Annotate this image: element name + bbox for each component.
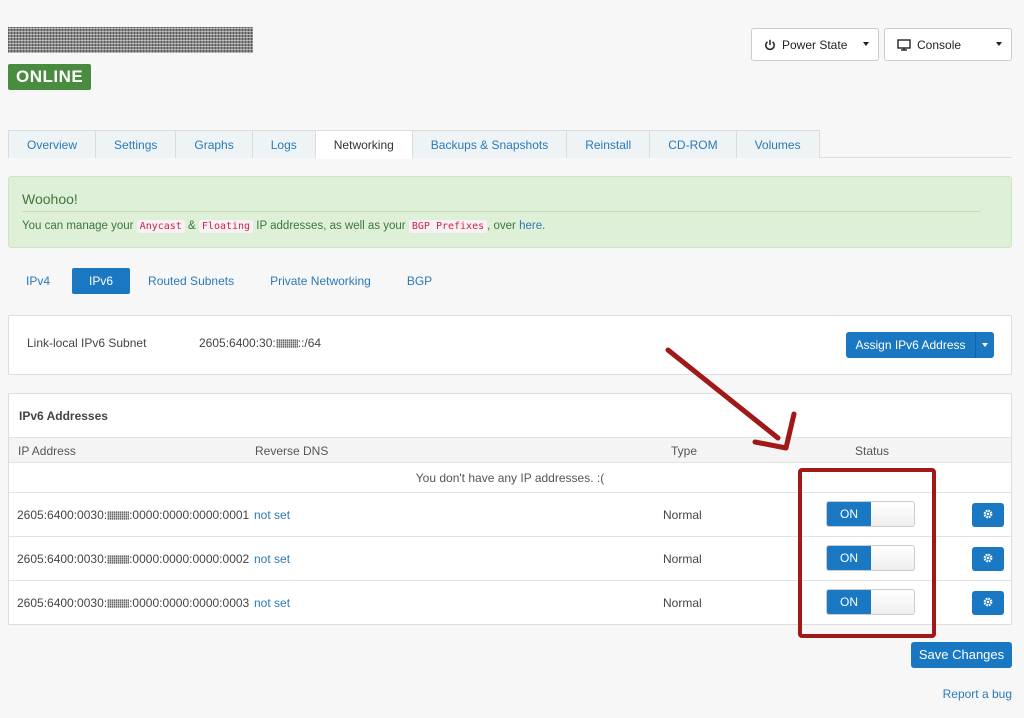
alert-message: You can manage your Anycast & Floating I… [22,220,546,233]
ip-address: 2605:6400:0030: :0000:0000:0000:0002 [17,552,249,566]
reverse-dns-link[interactable]: not set [254,552,290,566]
alert-text: You can manage your [22,220,134,232]
ipv6-addresses-panel: IPv6 Addresses IP Address Reverse DNS Ty… [8,393,1012,625]
report-bug-link[interactable]: Report a bug [943,687,1012,701]
alert-text: , over [487,220,516,232]
subtab-ipv6[interactable]: IPv6 [72,268,131,294]
ip-suffix: :0000:0000:0000:0002 [129,552,250,566]
ip-type: Normal [663,508,702,522]
assign-ipv6-label[interactable]: Assign IPv6 Address [846,332,975,358]
toggle-on-label[interactable]: ON [827,590,871,614]
redacted-segment [275,339,298,348]
chevron-down-icon [996,42,1002,46]
status-toggle[interactable]: ON [826,545,915,571]
power-state-button[interactable]: Power State [751,28,879,61]
gear-icon [982,552,994,567]
chevron-down-icon[interactable] [975,332,994,358]
table-row: 2605:6400:0030: :0000:0000:0000:0003 not … [9,581,1011,625]
ip-suffix: :0000:0000:0000:0001 [129,508,250,522]
redacted-segment [107,599,130,608]
subnet-panel: Link-local IPv6 Subnet 2605:6400:30:::/6… [8,315,1012,375]
redacted-segment [107,511,130,520]
anycast-code: Anycast [136,220,185,233]
toggle-knob[interactable] [871,590,914,614]
subtab-ipv4[interactable]: IPv4 [8,268,68,294]
subtab-private-networking[interactable]: Private Networking [252,268,389,294]
table-row: 2605:6400:0030: :0000:0000:0000:0001 not … [9,493,1011,537]
tab-overview[interactable]: Overview [8,130,97,158]
column-type: Type [671,444,698,458]
table-row: 2605:6400:0030: :0000:0000:0000:0002 not … [9,537,1011,581]
power-icon [764,39,776,51]
bgp-prefixes-code: BGP Prefixes [408,220,488,233]
save-changes-button[interactable]: Save Changes [911,642,1012,668]
ip-address: 2605:6400:0030: :0000:0000:0000:0001 [17,508,249,522]
subnet-suffix: ::/64 [297,336,322,350]
chevron-down-icon [863,42,869,46]
column-status: Status [855,444,890,458]
tab-logs[interactable]: Logs [251,130,316,158]
monitor-icon [897,38,911,51]
settings-button[interactable] [972,547,1004,571]
redacted-server-name [8,27,253,53]
subtab-routed-subnets[interactable]: Routed Subnets [130,268,252,294]
console-label: Console [917,37,962,52]
subtab-bgp[interactable]: BGP [389,268,450,294]
settings-button[interactable] [972,591,1004,615]
status-toggle[interactable]: ON [826,589,915,615]
tab-backups-snapshots[interactable]: Backups & Snapshots [411,130,568,158]
tab-graphs[interactable]: Graphs [175,130,253,158]
tab-reinstall[interactable]: Reinstall [566,130,651,158]
status-toggle[interactable]: ON [826,501,915,527]
alert-divider [22,211,981,212]
assign-ipv6-button[interactable]: Assign IPv6 Address [846,332,994,358]
ip-subtabs: IPv4 IPv6 Routed Subnets Private Network… [8,268,450,294]
tab-settings[interactable]: Settings [95,130,177,158]
alert-text: IP addresses, as well as your [256,220,406,232]
tab-cd-rom[interactable]: CD-ROM [649,130,737,158]
settings-button[interactable] [972,503,1004,527]
panel-title: IPv6 Addresses [19,409,108,423]
subnet-label: Link-local IPv6 Subnet [27,336,147,350]
toggle-knob[interactable] [871,546,914,570]
floating-code: Floating [198,220,254,233]
empty-message: You don't have any IP addresses. :( [9,463,1011,493]
ip-address: 2605:6400:0030: :0000:0000:0000:0003 [17,596,249,610]
toggle-on-label[interactable]: ON [827,502,871,526]
toggle-on-label[interactable]: ON [827,546,871,570]
ip-prefix: 2605:6400:0030: [17,508,108,522]
reverse-dns-link[interactable]: not set [254,508,290,522]
ip-suffix: :0000:0000:0000:0003 [129,596,250,610]
tab-volumes[interactable]: Volumes [735,130,820,158]
redacted-segment [107,555,130,564]
subnet-value: 2605:6400:30:::/64 [199,336,321,350]
reverse-dns-link[interactable]: not set [254,596,290,610]
ip-type: Normal [663,596,702,610]
server-tabs: Overview Settings Graphs Logs Networking… [8,130,1012,159]
column-rdns: Reverse DNS [255,444,329,458]
power-state-label: Power State [782,37,848,52]
toggle-knob[interactable] [871,502,914,526]
tab-networking[interactable]: Networking [314,130,413,159]
subnet-prefix: 2605:6400:30: [199,336,276,350]
gear-icon [982,596,994,611]
column-ip: IP Address [18,444,76,458]
ip-type: Normal [663,552,702,566]
here-link[interactable]: here [519,220,542,232]
ip-prefix: 2605:6400:0030: [17,596,108,610]
alert-title: Woohoo! [22,191,78,207]
gear-icon [982,508,994,523]
alert-text: & [188,220,196,232]
alert-text: . [542,220,546,232]
success-alert: Woohoo! You can manage your Anycast & Fl… [8,176,1012,248]
ip-prefix: 2605:6400:0030: [17,552,108,566]
console-button[interactable]: Console [884,28,1012,61]
status-badge: ONLINE [8,64,92,90]
table-header: IP Address Reverse DNS Type Status [9,437,1011,463]
